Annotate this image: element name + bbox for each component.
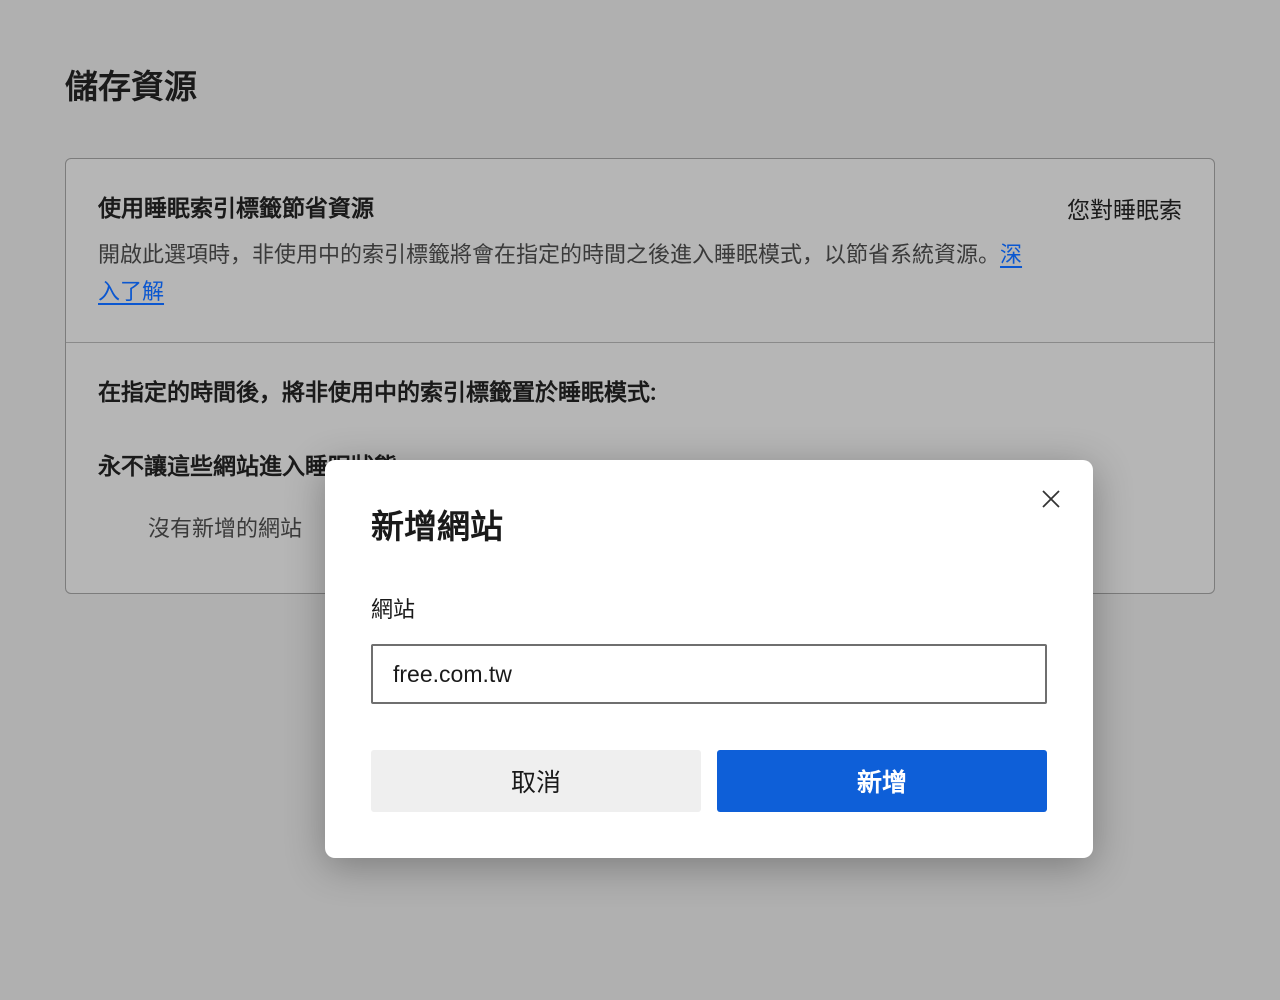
add-site-dialog: 新增網站 網站 取消 新增 [325,460,1093,858]
close-icon [1042,490,1060,508]
sleeping-tabs-section: 使用睡眠索引標籤節省資源 開啟此選項時，非使用中的索引標籤將會在指定的時間之後進… [66,159,1214,343]
feedback-prompt-text: 您對睡眠索 [1067,189,1182,312]
dialog-buttons: 取消 新增 [371,750,1047,812]
cancel-button[interactable]: 取消 [371,750,701,812]
sleeping-tabs-title: 使用睡眠索引標籤節省資源 [98,189,1043,223]
desc-text: 開啟此選項時，非使用中的索引標籤將會在指定的時間之後進入睡眠模式，以節省系統資源… [98,243,1000,268]
sleep-timeout-heading: 在指定的時間後，將非使用中的索引標籤置於睡眠模式: [98,373,1182,407]
dialog-title: 新增網站 [371,500,1047,548]
site-input[interactable] [371,644,1047,704]
sleeping-tabs-desc: 開啟此選項時，非使用中的索引標籤將會在指定的時間之後進入睡眠模式，以節省系統資源… [98,237,1043,312]
close-button[interactable] [1037,485,1065,513]
add-button[interactable]: 新增 [717,750,1047,812]
page-title: 儲存資源 [65,60,1215,108]
site-field-label: 網站 [371,592,1047,624]
